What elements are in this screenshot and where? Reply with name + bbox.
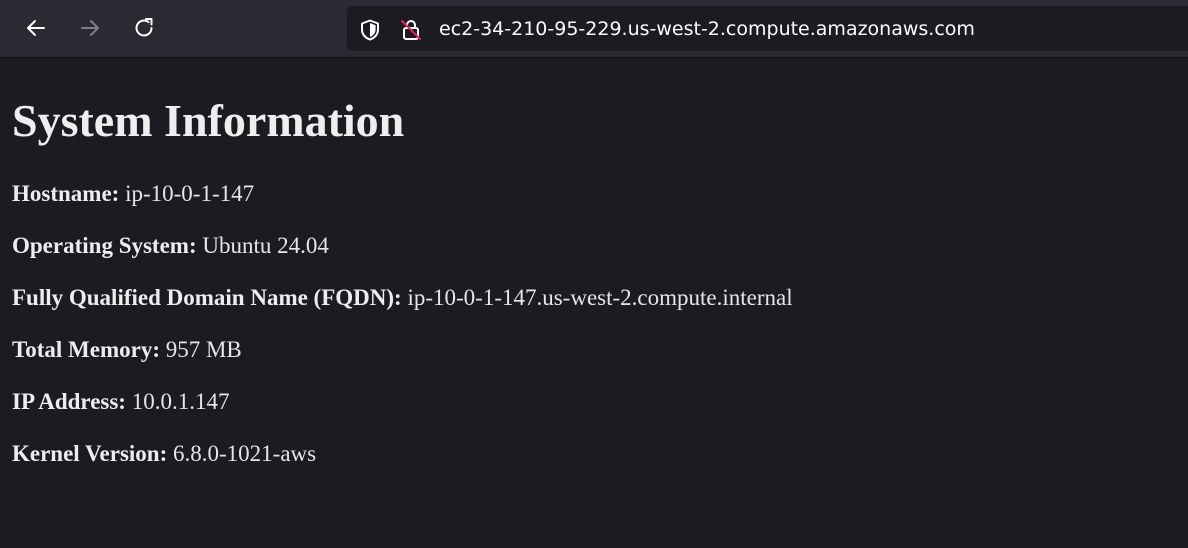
forward-button[interactable] (74, 12, 106, 44)
info-value: 957 MB (165, 337, 242, 362)
info-value: 6.8.0-1021-aws (173, 441, 317, 466)
info-value: 10.0.1.147 (131, 389, 230, 414)
reload-icon (132, 16, 156, 40)
info-kernel-version: Kernel Version: 6.8.0-1021-aws (12, 440, 316, 468)
back-button[interactable] (20, 12, 52, 44)
info-operating-system: Operating System: Ubuntu 24.04 (12, 232, 329, 260)
address-bar[interactable]: ec2-34-210-95-229.us-west-2.compute.amaz… (347, 6, 1188, 51)
arrow-right-icon (78, 16, 102, 40)
reload-button[interactable] (128, 12, 160, 44)
info-hostname: Hostname: ip-10-0-1-147 (12, 180, 254, 208)
info-value: ip-10-0-1-147.us-west-2.compute.internal (407, 285, 793, 310)
info-total-memory: Total Memory: 957 MB (12, 336, 242, 364)
info-label: Fully Qualified Domain Name (FQDN): (12, 285, 402, 310)
info-label: IP Address: (12, 389, 126, 414)
info-label: Operating System: (12, 233, 197, 258)
page-content: System Information Hostname: ip-10-0-1-1… (0, 58, 1188, 548)
info-label: Hostname: (12, 181, 120, 206)
info-value: ip-10-0-1-147 (125, 181, 255, 206)
info-fqdn: Fully Qualified Domain Name (FQDN): ip-1… (12, 284, 793, 312)
arrow-left-icon (24, 16, 48, 40)
insecure-lock-icon[interactable] (399, 18, 423, 42)
info-ip-address: IP Address: 10.0.1.147 (12, 388, 229, 416)
info-label: Total Memory: (12, 337, 160, 362)
page-title: System Information (12, 95, 405, 146)
info-label: Kernel Version: (12, 441, 168, 466)
shield-icon[interactable] (358, 18, 382, 42)
url-text[interactable]: ec2-34-210-95-229.us-west-2.compute.amaz… (439, 6, 975, 51)
info-value: Ubuntu 24.04 (202, 233, 329, 258)
browser-toolbar: ec2-34-210-95-229.us-west-2.compute.amaz… (0, 0, 1188, 58)
